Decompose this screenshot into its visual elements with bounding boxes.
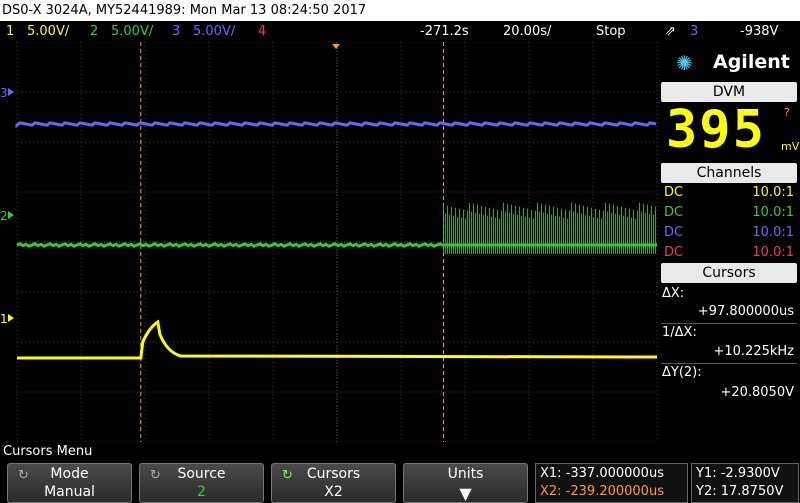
ch2-number[interactable]: 2 <box>90 21 98 42</box>
channel-coupling: DC <box>664 185 684 200</box>
ch4-number[interactable]: 4 <box>258 21 266 42</box>
channel-row-4[interactable]: DC 10.0:1 <box>662 243 796 263</box>
channels-header: Channels <box>661 163 797 183</box>
dy-label: ΔY(2): <box>662 365 702 380</box>
softkey-menu-title: Cursors Menu <box>3 444 93 459</box>
channel-coupling: DC <box>664 225 684 240</box>
y1-readout: Y1: -2.9300V <box>696 466 780 481</box>
agilent-spark-icon: ✺ <box>676 51 693 75</box>
y-cursor-readout: Y1: -2.9300V Y2: 17.8750V <box>691 463 799 503</box>
delay-readout[interactable]: -271.2s <box>420 21 469 42</box>
run-state[interactable]: Stop <box>596 21 626 42</box>
dvm-header: DVM <box>661 82 797 102</box>
ch1-number[interactable]: 1 <box>6 21 14 42</box>
dx-label: ΔX: <box>662 286 685 301</box>
dvm-value: 395 <box>666 100 766 160</box>
trigger-time-marker <box>332 44 340 49</box>
timebase-readout[interactable]: 20.00s/ <box>503 21 551 42</box>
mode-softkey[interactable]: ↻ Mode Manual <box>7 463 132 503</box>
ch1-ground-marker: 1 <box>0 312 8 326</box>
ch3-number[interactable]: 3 <box>172 21 180 42</box>
source-softkey[interactable]: ↻ Source 2 <box>139 463 264 503</box>
units-softkey[interactable]: Units ▼ <box>403 463 528 503</box>
channel-probe: 10.0:1 <box>752 185 794 200</box>
ch3-trace <box>15 121 657 129</box>
mode-label: Mode <box>50 466 89 482</box>
x2-readout: X2: -239.200000us <box>540 484 664 499</box>
channel-coupling: DC <box>664 205 684 220</box>
dvm-flag: ? <box>784 106 790 119</box>
waveform-display[interactable]: 3 2 1 <box>0 42 658 442</box>
cursors-label: Cursors <box>306 466 361 482</box>
trigger-source[interactable]: 3 <box>690 21 698 42</box>
side-panel: ✺ Agilent DVM 395 ? mV Channels DC 10.0:… <box>658 42 800 442</box>
inv-dx-label: 1/ΔX: <box>662 325 697 340</box>
x1-readout: X1: -337.000000us <box>540 466 664 481</box>
channel-row-2[interactable]: DC 10.0:1 <box>662 203 796 223</box>
trigger-edge-icon: ⇗ <box>665 24 676 39</box>
brand-logo: ✺ Agilent <box>658 42 800 82</box>
down-arrow-icon: ▼ <box>459 484 472 503</box>
ch1-scale[interactable]: 5.00V/ <box>27 21 69 42</box>
ch2-ground-marker: 2 <box>0 209 8 223</box>
source-label: Source <box>177 466 226 482</box>
softkey-bar: ↻ Mode Manual ↻ Source 2 ↻ Cursors X2 Un… <box>0 461 800 503</box>
brand-name: Agilent <box>713 51 790 73</box>
mode-value: Manual <box>44 484 95 500</box>
ch3-ground-marker: 3 <box>0 86 8 100</box>
dy-value: +20.8050V <box>720 385 794 400</box>
ch2-scale[interactable]: 5.00V/ <box>111 21 153 42</box>
cursors-softkey[interactable]: ↻ Cursors X2 <box>271 463 396 503</box>
channel-coupling: DC <box>664 245 684 260</box>
ch2-trace-idle <box>16 242 444 248</box>
channel-probe: 10.0:1 <box>752 245 794 260</box>
channel-row-1[interactable]: DC 10.0:1 <box>662 183 796 203</box>
dx-value: +97.800000us <box>697 304 794 319</box>
ch1-ground-marker-arrow <box>8 314 14 322</box>
y2-readout: Y2: 17.8750V <box>696 484 784 499</box>
window-title: DS0-X 3024A, MY52441989: Mon Mar 13 08:2… <box>0 0 800 21</box>
cursors-header: Cursors <box>661 263 797 283</box>
trigger-level[interactable]: -938V <box>740 21 778 42</box>
channel-probe: 10.0:1 <box>752 205 794 220</box>
ch2-ground-marker-arrow <box>8 211 14 219</box>
channel-probe: 10.0:1 <box>752 225 794 240</box>
x-cursor-readout: X1: -337.000000us X2: -239.200000us <box>535 463 688 503</box>
dvm-unit: mV <box>781 140 800 153</box>
status-bar: 1 5.00V/ 2 5.00V/ 3 5.00V/ 4 -271.2s 20.… <box>0 21 800 42</box>
ch3-scale[interactable]: 5.00V/ <box>193 21 235 42</box>
cursors-value: X2 <box>324 484 343 500</box>
inv-dx-value: +10.225kHz <box>713 344 794 359</box>
units-label: Units <box>447 466 484 482</box>
ch3-ground-marker-arrow <box>8 88 14 96</box>
source-value: 2 <box>197 484 206 500</box>
waveform-graticule: 3 2 1 <box>0 42 658 442</box>
channel-row-3[interactable]: DC 10.0:1 <box>662 223 796 243</box>
